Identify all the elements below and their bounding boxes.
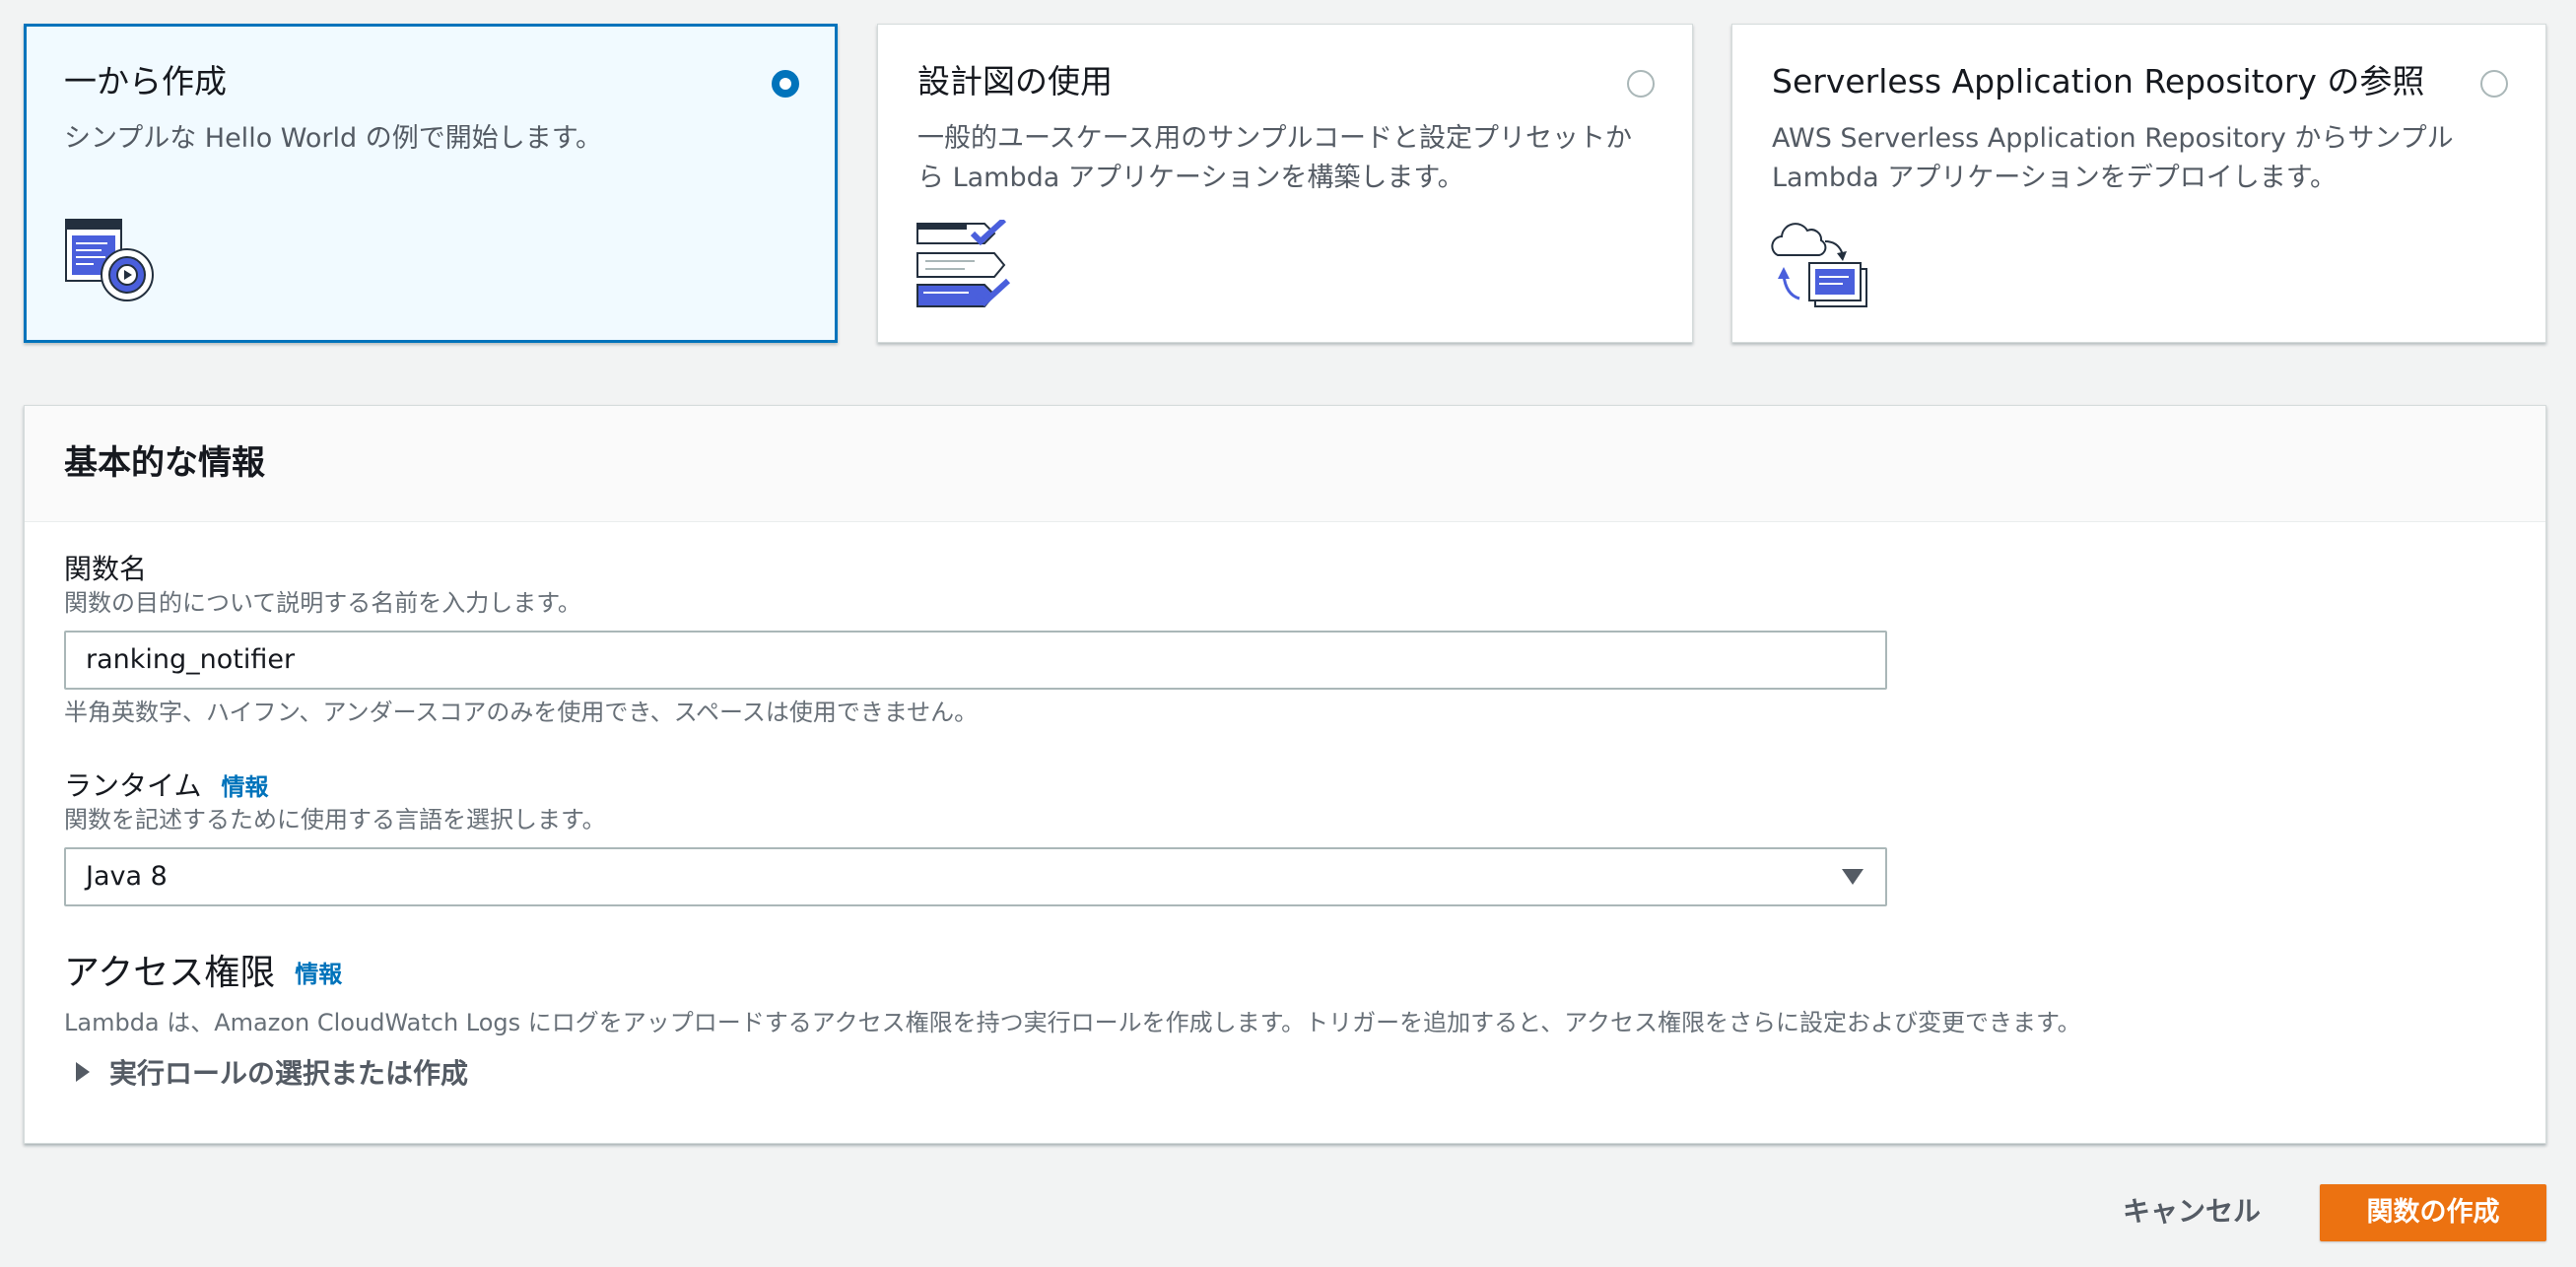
permissions-title-row: アクセス権限 情報: [64, 952, 342, 996]
caret-down-icon: [1842, 869, 1864, 885]
expander-label: 実行ロールの選択または作成: [109, 1057, 469, 1090]
option-card-blueprint[interactable]: 設計図の使用 一般的ユースケース用のサンプルコードと設定プリセットから Lamb…: [877, 24, 1693, 343]
panel-header: 基本的な情報: [25, 406, 2545, 522]
caret-right-icon: [76, 1062, 90, 1082]
runtime-description: 関数を記述するために使用する言語を選択します。: [64, 806, 606, 834]
radio-from-scratch[interactable]: [772, 70, 799, 98]
runtime-select[interactable]: Java 8: [64, 847, 1887, 906]
runtime-selected-value: Java 8: [86, 861, 168, 892]
option-description: AWS Serverless Application Repository から…: [1772, 123, 2454, 193]
permissions-title: アクセス権限: [64, 953, 276, 993]
function-name-description: 関数の目的について説明する名前を入力します。: [64, 589, 581, 617]
option-card-serverless-repo[interactable]: Serverless Application Repository の参照 AW…: [1731, 24, 2546, 343]
panel-title: 基本的な情報: [64, 443, 265, 483]
option-card-from-scratch[interactable]: 一から作成 シンプルな Hello World の例で開始します。: [24, 24, 838, 343]
function-name-input[interactable]: ranking_notifier: [64, 631, 1887, 690]
function-name-label: 関数名: [64, 553, 148, 585]
create-function-button[interactable]: 関数の作成: [2320, 1184, 2546, 1241]
permissions-description: Lambda は、Amazon CloudWatch Logs にログをアップロ…: [64, 1009, 2081, 1036]
execution-role-expander[interactable]: 実行ロールの選択または作成: [76, 1056, 468, 1092]
function-name-hint: 半角英数字、ハイフン、アンダースコアのみを使用でき、スペースは使用できません。: [64, 699, 979, 726]
option-description: シンプルな Hello World の例で開始します。: [64, 123, 603, 154]
option-title: 設計図の使用: [917, 62, 1113, 100]
radio-serverless-repo[interactable]: [2480, 70, 2508, 98]
runtime-label: ランタイム: [64, 769, 202, 802]
cancel-button[interactable]: キャンセル: [2123, 1192, 2261, 1232]
option-title: 一から作成: [64, 62, 227, 100]
permissions-info-link[interactable]: 情報: [295, 961, 342, 988]
cloud-deploy-icon: [1771, 223, 1867, 307]
blueprint-checklist-icon: [916, 220, 1011, 307]
basic-info-panel: 基本的な情報 関数名 関数の目的について説明する名前を入力します。 rankin…: [24, 405, 2546, 1144]
radio-blueprint[interactable]: [1627, 70, 1655, 98]
option-title: Serverless Application Repository の参照: [1772, 62, 2425, 100]
option-description: 一般的ユースケース用のサンプルコードと設定プリセットから Lambda アプリケ…: [917, 123, 1632, 193]
code-gear-icon: [65, 219, 154, 301]
runtime-label-row: ランタイム 情報: [64, 768, 268, 805]
runtime-info-link[interactable]: 情報: [221, 773, 268, 801]
